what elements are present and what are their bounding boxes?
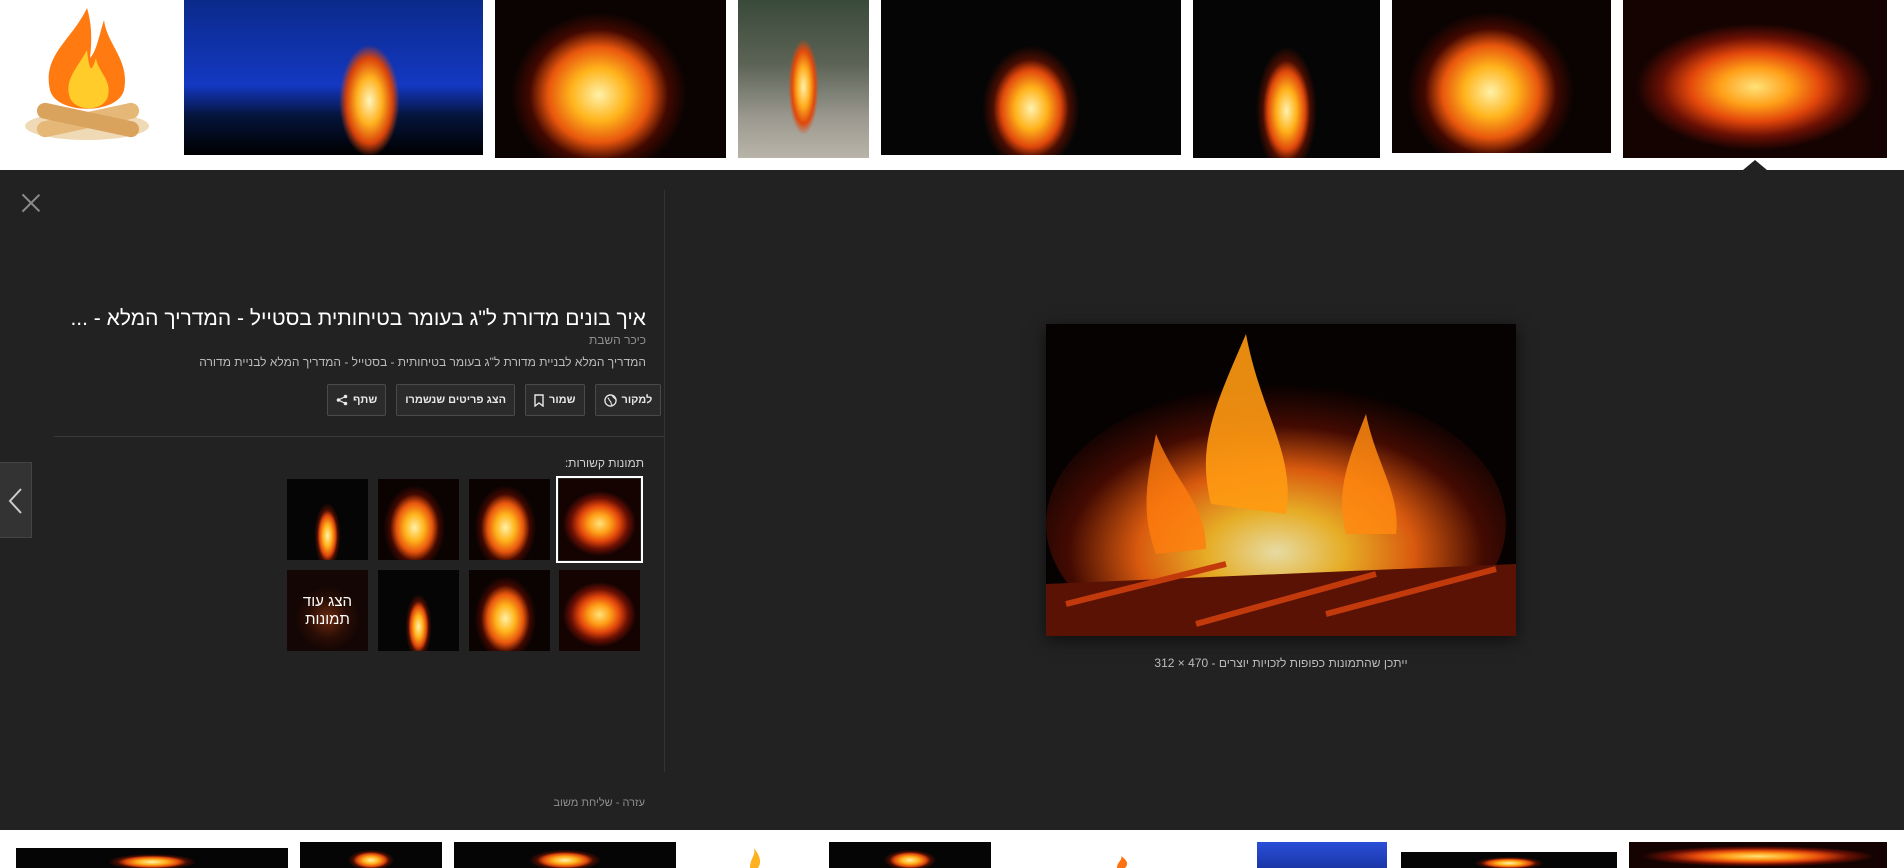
selected-indicator — [1743, 160, 1767, 170]
more-images-button[interactable]: הצג עוד תמונות — [287, 570, 368, 651]
related-image[interactable] — [469, 570, 550, 651]
related-images-grid: הצג עוד תמונות — [287, 476, 643, 653]
close-button[interactable] — [18, 190, 44, 216]
save-button[interactable]: שמור — [525, 384, 585, 416]
image-info: איך בונים מדורת ל"ג בעומר בטיחותית בסטיי… — [54, 306, 646, 370]
image-caption: ייתכן שהתמונות כפופות לזכויות יוצרים - 4… — [1046, 656, 1516, 670]
thumb-bonfire-blue-sky[interactable] — [184, 0, 483, 155]
bottom-thumb[interactable] — [300, 842, 442, 868]
main-image[interactable] — [1046, 324, 1516, 636]
top-thumbnail-strip — [0, 0, 1904, 170]
image-dimensions: 470 × 312 — [1154, 656, 1209, 670]
chevron-left-icon — [8, 488, 22, 514]
footer-separator: - — [615, 797, 620, 809]
bottom-thumb[interactable] — [688, 842, 818, 868]
main-fire-image — [1046, 324, 1516, 636]
thumb-flames-branches[interactable] — [1392, 0, 1611, 153]
bottom-thumb[interactable] — [1257, 842, 1387, 868]
related-image[interactable] — [559, 570, 640, 651]
visit-label: למקור — [621, 394, 653, 406]
thumb-fire-night-small[interactable] — [1193, 0, 1380, 158]
related-image[interactable] — [378, 479, 459, 560]
thumb-campfire-clipart[interactable] — [12, 0, 162, 158]
campfire-clipart-icon — [25, 8, 149, 140]
related-images-label: תמונות קשורות: — [564, 456, 644, 470]
related-image[interactable] — [469, 479, 550, 560]
page-title[interactable]: איך בונים מדורת ל"ג בעומר בטיחותית בסטיי… — [54, 306, 646, 332]
feedback-link[interactable]: שליחת משוב — [553, 797, 612, 809]
help-link[interactable]: עזרה — [623, 797, 645, 809]
view-saved-button[interactable]: הצג פריטים שנשמרו — [396, 384, 515, 416]
view-saved-label: הצג פריטים שנשמרו — [405, 394, 506, 406]
save-label: שמור — [549, 394, 576, 406]
bottom-thumb[interactable] — [1003, 842, 1243, 868]
panel-divider — [664, 190, 665, 772]
image-search-viewer: איך בונים מדורת ל"ג בעומר בטיחותית בסטיי… — [0, 0, 1904, 868]
thumb-fire-coals-selected[interactable] — [1623, 0, 1887, 158]
flame-icon — [750, 848, 761, 868]
globe-icon — [603, 393, 617, 407]
divider — [54, 436, 664, 437]
visit-button[interactable]: למקור — [594, 384, 662, 416]
related-image[interactable] — [287, 479, 368, 560]
related-image[interactable] — [556, 476, 643, 563]
share-button[interactable]: שתף — [327, 384, 387, 416]
bottom-thumbnail-strip — [0, 830, 1904, 868]
thumb-fire-logs[interactable] — [495, 0, 726, 158]
bottom-thumb[interactable] — [454, 842, 676, 868]
bottom-thumb[interactable] — [16, 848, 288, 868]
footer-links: עזרה - שליחת משוב — [540, 797, 645, 809]
flame-icon — [1117, 856, 1128, 868]
image-description: המדריך המלא לבניית מדורת ל"ג בעומר בטיחו… — [199, 355, 646, 369]
caption-separator: - — [1211, 656, 1216, 670]
action-buttons: למקור שמור הצג פריטים שנשמרו שתף — [327, 384, 662, 416]
thumb-bonfire-grey[interactable] — [738, 0, 869, 158]
bookmark-icon — [534, 393, 544, 407]
more-images-label: הצג עוד תמונות — [302, 592, 353, 628]
share-icon — [336, 394, 348, 406]
source-site: כיכר השבת — [588, 333, 646, 347]
image-detail-panel: איך בונים מדורת ל"ג בעומר בטיחותית בסטיי… — [0, 170, 1904, 830]
copyright-notice[interactable]: ייתכן שהתמונות כפופות לזכויות יוצרים — [1219, 656, 1408, 670]
related-image[interactable] — [378, 570, 459, 651]
bottom-thumb[interactable] — [1629, 842, 1887, 868]
bottom-thumb[interactable] — [829, 842, 991, 868]
share-label: שתף — [353, 394, 378, 406]
thumb-bonfire-night[interactable] — [881, 0, 1181, 155]
previous-image-button[interactable] — [0, 462, 32, 538]
bottom-thumb[interactable] — [1401, 852, 1617, 868]
